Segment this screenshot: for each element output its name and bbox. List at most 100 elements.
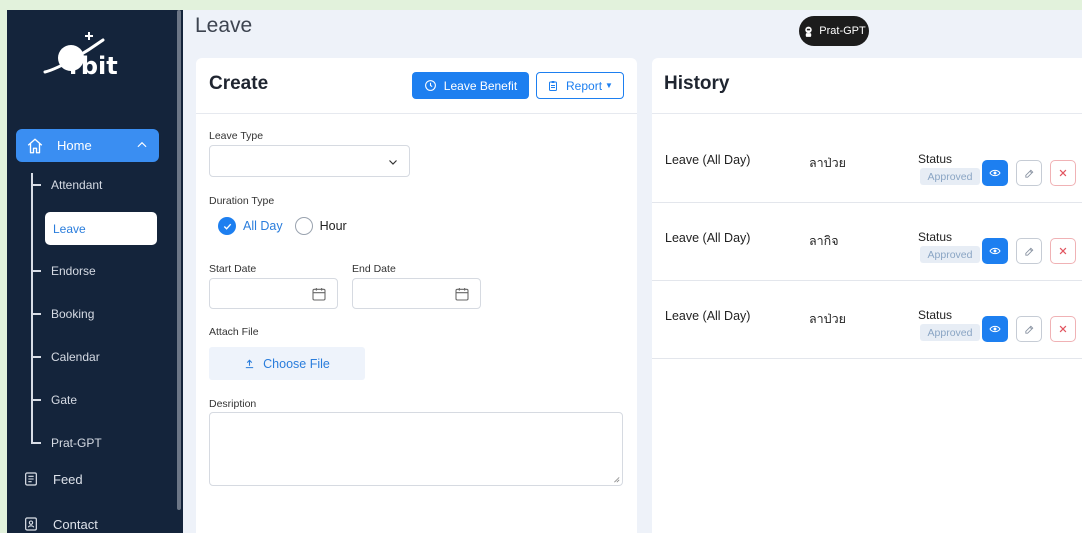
bot-avatar-icon — [805, 26, 813, 37]
sidebar-item-label: Attendant — [51, 178, 103, 192]
sidebar-item-calendar[interactable]: Calendar — [31, 347, 100, 367]
sidebar-item-prat-gpt[interactable]: Prat-GPT — [31, 433, 102, 453]
history-title: History — [664, 73, 730, 94]
eye-icon — [989, 169, 1001, 177]
view-button[interactable] — [982, 238, 1008, 264]
leave-reason-cell: ลาป่วย — [809, 311, 846, 326]
status-badge: Approved — [920, 168, 980, 185]
duration-type-label: Duration Type — [209, 195, 275, 207]
status-label: Status — [918, 230, 953, 244]
start-date-label: Start Date — [209, 263, 257, 275]
status-label: Status — [918, 152, 953, 166]
calendar-icon[interactable] — [454, 286, 470, 302]
table-row: Leave (All Day) ลาป่วย Status Approved — [652, 282, 1082, 359]
page-title: Leave — [195, 14, 253, 37]
eye-icon — [989, 325, 1001, 333]
feed-icon — [25, 472, 37, 486]
sidebar-item-endorse[interactable]: Endorse — [31, 261, 96, 281]
status-badge: Approved — [920, 246, 980, 263]
history-card: History Leave (All Day) ลาป่วย Status Ap… — [652, 58, 1082, 533]
sidebar-item-label: Calendar — [51, 350, 100, 364]
attach-file-label: Attach File — [209, 326, 259, 338]
status-label: Status — [918, 308, 953, 322]
sidebar-item-contact[interactable]: Contact — [23, 513, 98, 533]
view-button[interactable] — [982, 160, 1008, 186]
sidebar-item-label: Gate — [51, 393, 78, 407]
delete-button[interactable] — [1050, 238, 1076, 264]
edit-icon — [1024, 247, 1033, 256]
delete-button[interactable] — [1050, 160, 1076, 186]
sidebar-item-label: Home — [57, 138, 92, 153]
sidebar-item-feed[interactable]: Feed — [23, 468, 83, 490]
leave-type-cell: Leave (All Day) — [665, 153, 751, 167]
delete-button[interactable] — [1050, 316, 1076, 342]
duration-type-group: All Day Hour — [218, 216, 347, 236]
sidebar-item-label: Leave — [53, 221, 86, 236]
close-icon — [1059, 169, 1067, 177]
divider — [652, 113, 1082, 114]
table-row: Leave (All Day) ลาป่วย Status Approved — [652, 126, 1082, 203]
sidebar: rbit Home Attendant Leave Endorse Bookin… — [7, 10, 183, 533]
edit-button[interactable] — [1016, 316, 1042, 342]
edit-icon — [1024, 169, 1033, 178]
report-label: Report — [566, 78, 603, 93]
leave-type-cell: Leave (All Day) — [665, 231, 751, 245]
eye-icon — [989, 247, 1001, 255]
sidebar-item-gate[interactable]: Gate — [31, 390, 77, 410]
contact-icon — [25, 517, 37, 531]
table-row: Leave (All Day) ลากิจ Status Approved — [652, 204, 1082, 281]
row-divider — [652, 202, 1082, 203]
description-textarea[interactable] — [209, 412, 623, 486]
prat-gpt-button[interactable]: Prat-GPT — [799, 16, 869, 46]
sidebar-item-attendant[interactable]: Attendant — [31, 175, 102, 195]
sidebar-item-booking[interactable]: Booking — [31, 304, 94, 324]
chevron-down-icon — [389, 160, 397, 165]
create-title: Create — [209, 73, 269, 94]
close-icon — [1059, 247, 1067, 255]
sidebar-item-label: Endorse — [51, 264, 96, 278]
top-bar: Leave Prat-GPT — [183, 10, 1082, 56]
leave-benefit-button[interactable]: Leave Benefit — [412, 72, 529, 99]
leave-type-cell: Leave (All Day) — [665, 309, 751, 323]
clipboard-icon — [549, 80, 558, 91]
status-badge: Approved — [920, 324, 980, 341]
end-date-input[interactable] — [352, 278, 481, 309]
sidebar-item-label: Feed — [53, 471, 83, 487]
sidebar-item-home[interactable]: Home — [16, 129, 159, 162]
sidebar-scrollbar[interactable] — [177, 10, 181, 510]
radio-all-day-label[interactable]: All Day — [243, 219, 283, 233]
leave-type-select[interactable] — [209, 145, 410, 177]
choose-file-label: Choose File — [263, 356, 330, 371]
resize-handle-icon[interactable] — [612, 475, 620, 483]
end-date-label: End Date — [352, 263, 396, 275]
chevron-up-icon[interactable] — [135, 138, 149, 152]
prat-gpt-label: Prat-GPT — [819, 25, 866, 37]
radio-hour-label[interactable]: Hour — [320, 219, 347, 233]
leave-reason-cell: ลากิจ — [809, 233, 839, 248]
choose-file-button[interactable]: Choose File — [209, 347, 365, 380]
edit-button[interactable] — [1016, 238, 1042, 264]
report-button[interactable]: Report ▼ — [536, 72, 624, 99]
view-button[interactable] — [982, 316, 1008, 342]
row-divider — [652, 280, 1082, 281]
leave-benefit-label: Leave Benefit — [443, 78, 518, 93]
sidebar-item-leave[interactable]: Leave — [45, 212, 157, 245]
brand-name: rbit — [69, 52, 118, 80]
home-icon — [27, 138, 43, 153]
check-icon — [223, 223, 231, 230]
divider — [196, 113, 637, 114]
radio-hour[interactable] — [294, 217, 313, 235]
leave-type-label: Leave Type — [209, 130, 264, 142]
edit-button[interactable] — [1016, 160, 1042, 186]
sidebar-item-label: Booking — [51, 307, 95, 321]
sidebar-item-label: Contact — [53, 516, 98, 532]
start-date-input[interactable] — [209, 278, 338, 309]
upload-icon — [245, 359, 254, 369]
sidebar-item-label: Prat-GPT — [51, 436, 102, 450]
close-icon — [1059, 325, 1067, 333]
clock-icon — [424, 80, 436, 91]
row-divider — [652, 358, 1082, 359]
calendar-icon[interactable] — [311, 286, 327, 302]
radio-all-day[interactable] — [218, 217, 236, 235]
edit-icon — [1024, 325, 1033, 334]
